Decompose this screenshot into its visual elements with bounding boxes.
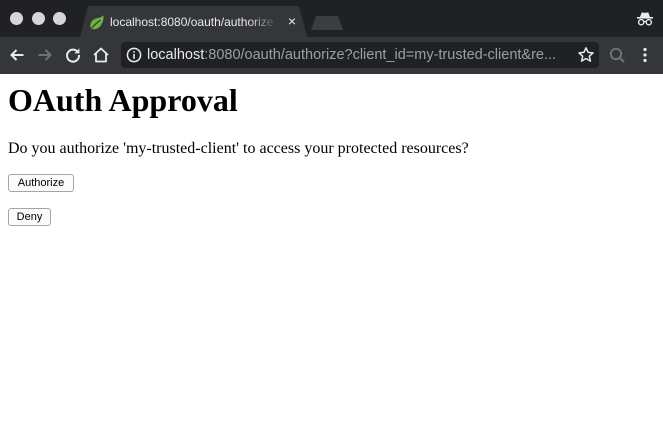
back-arrow-icon[interactable] [8, 46, 26, 64]
window-close-button[interactable] [10, 12, 23, 25]
tab-title: localhost:8080/oauth/authorize [110, 15, 274, 29]
lens-icon[interactable] [608, 46, 626, 64]
url-host: localhost [147, 47, 205, 63]
new-tab-button[interactable] [311, 16, 343, 30]
window-minimize-button[interactable] [32, 12, 45, 25]
close-tab-icon[interactable]: × [285, 14, 299, 28]
window-maximize-button[interactable] [53, 12, 66, 25]
incognito-icon [635, 9, 655, 29]
deny-button[interactable]: Deny [8, 208, 51, 226]
reload-icon[interactable] [64, 46, 82, 64]
page-content: OAuth Approval Do you authorize 'my-trus… [0, 74, 663, 445]
url-path: :8080/oauth/authorize?client_id=my-trust… [204, 47, 557, 63]
address-bar[interactable]: localhost:8080/oauth/authorize?client_id… [121, 42, 599, 68]
authorization-prompt: Do you authorize 'my-trusted-client' to … [8, 140, 469, 157]
browser-tab-strip: localhost:8080/oauth/authorize × [0, 0, 663, 37]
menu-icon[interactable] [636, 46, 654, 64]
page-title: OAuth Approval [8, 82, 238, 118]
forward-arrow-icon[interactable] [36, 46, 54, 64]
browser-toolbar: localhost:8080/oauth/authorize?client_id… [0, 37, 663, 74]
star-icon[interactable] [577, 46, 595, 64]
spring-leaf-icon [89, 14, 105, 30]
authorize-button[interactable]: Authorize [8, 174, 74, 192]
browser-tab[interactable]: localhost:8080/oauth/authorize × [80, 6, 307, 37]
info-icon[interactable] [126, 47, 142, 63]
home-icon[interactable] [92, 46, 110, 64]
url-text[interactable]: localhost:8080/oauth/authorize?client_id… [147, 47, 572, 64]
